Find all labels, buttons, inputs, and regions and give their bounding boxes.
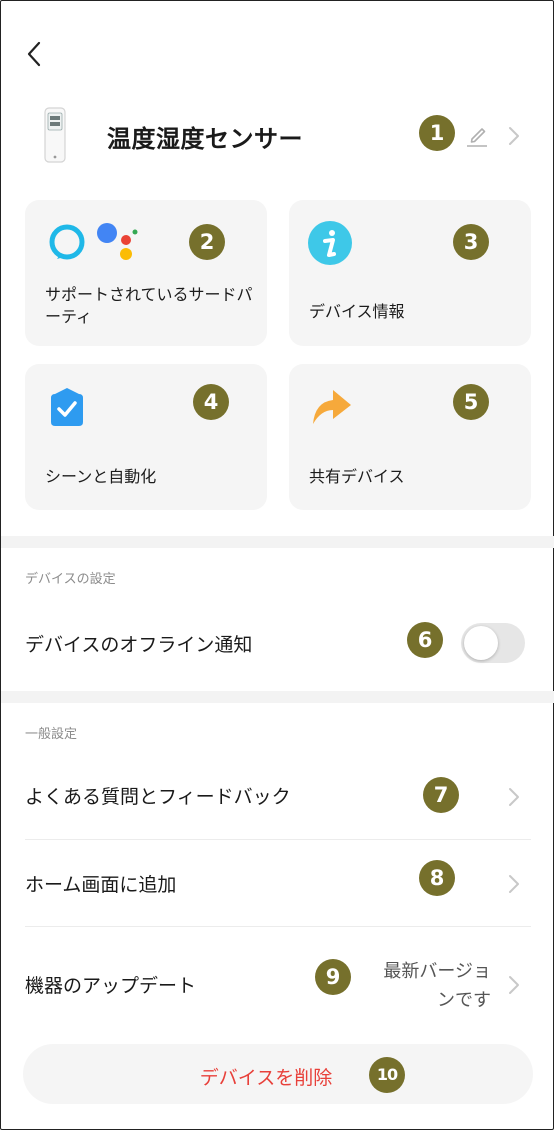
section-divider [1, 691, 554, 703]
annotation-badge-1: 1 [419, 115, 455, 151]
chevron-right-icon[interactable] [507, 125, 521, 147]
chevron-right-icon [509, 788, 519, 806]
list-item-add-to-home[interactable]: ホーム画面に追加 8 [1, 840, 554, 926]
device-info-card[interactable]: 3 デバイス情報 [289, 200, 531, 346]
section-divider [1, 536, 554, 548]
annotation-badge-8: 8 [419, 860, 455, 896]
card-label-share: 共有デバイス [309, 467, 405, 486]
alexa-icon [49, 224, 85, 260]
annotation-badge-9: 9 [315, 959, 351, 995]
share-device-card[interactable]: 5 共有デバイス [289, 364, 531, 510]
annotation-badge-7: 7 [423, 777, 459, 813]
list-item-faq[interactable]: よくある質問とフィードバック 7 [1, 753, 554, 839]
section-title-device-settings: デバイスの設定 [25, 572, 116, 587]
add-to-home-label: ホーム画面に追加 [25, 874, 177, 896]
app-screen: 温度湿度センサー 1 2 サポートされているサードパーティ 3 デバイス情報 4… [0, 0, 554, 1130]
section-title-general-settings: 一般設定 [25, 727, 78, 742]
firmware-status-text: 最新バージョ ンです [357, 957, 491, 1015]
share-arrow-icon [313, 390, 351, 424]
toggle-knob [464, 626, 498, 660]
scene-automation-card[interactable]: 4 シーンと自動化 [25, 364, 267, 510]
card-label-device-info: デバイス情報 [309, 302, 405, 321]
annotation-badge-5: 5 [453, 384, 489, 420]
device-name: 温度湿度センサー [107, 125, 303, 153]
annotation-badge-2: 2 [189, 224, 225, 260]
offline-notification-label: デバイスのオフライン通知 [25, 634, 253, 656]
delete-device-button[interactable]: デバイスを削除 10 [23, 1044, 533, 1104]
card-label-third-party: サポートされているサードパーティ [45, 285, 253, 326]
faq-label: よくある質問とフィードバック [25, 786, 291, 808]
pencil-icon[interactable] [465, 121, 489, 149]
firmware-status-line-1: 最新バージョ [383, 961, 491, 982]
firmware-status-line-2: ンです [437, 990, 491, 1011]
chevron-right-icon [509, 976, 519, 994]
info-icon [308, 221, 352, 265]
device-thumbnail-icon [44, 107, 66, 163]
card-label-scenes: シーンと自動化 [45, 467, 157, 486]
chevron-right-icon [509, 875, 519, 893]
back-arrow-icon[interactable] [23, 39, 47, 69]
annotation-badge-10: 10 [369, 1057, 405, 1093]
annotation-badge-3: 3 [453, 224, 489, 260]
google-assistant-icon [97, 223, 138, 260]
offline-notification-toggle[interactable] [461, 623, 525, 663]
annotation-badge-4: 4 [193, 384, 229, 420]
third-party-card[interactable]: 2 サポートされているサードパーティ [25, 200, 267, 346]
annotation-badge-6: 6 [407, 622, 443, 658]
firmware-update-label: 機器のアップデート [25, 975, 197, 997]
automation-check-icon [51, 388, 83, 426]
delete-device-label: デバイスを削除 [199, 1067, 333, 1089]
